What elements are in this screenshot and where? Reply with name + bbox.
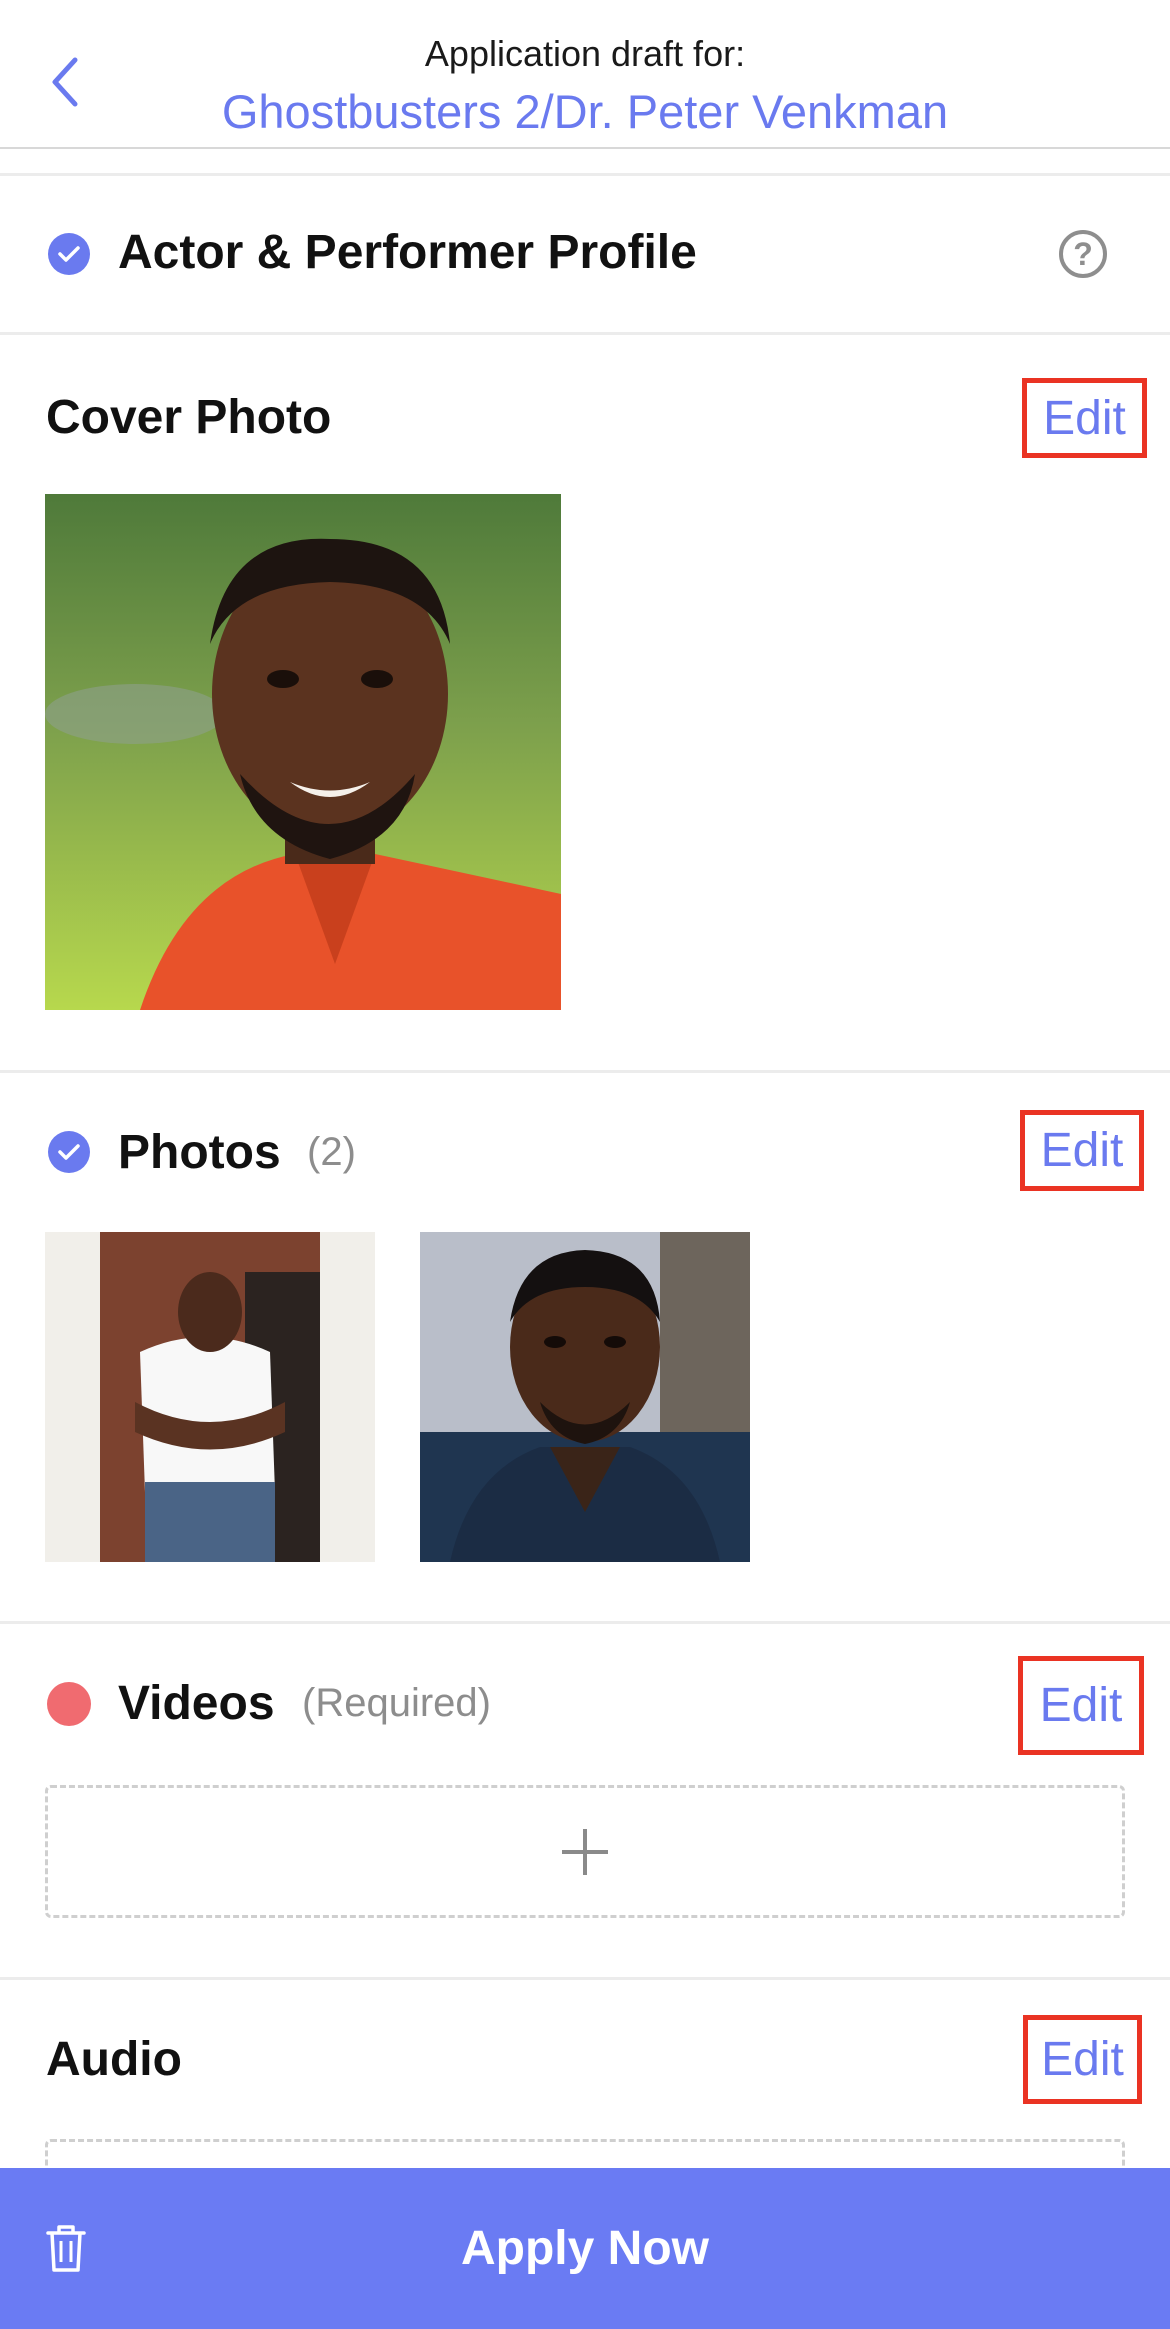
- videos-required-note: (Required): [302, 1681, 491, 1725]
- videos-section: Videos (Required) Edit: [0, 1624, 1170, 1977]
- required-status-dot: [47, 1682, 91, 1726]
- header-subtitle: Application draft for:: [424, 33, 746, 74]
- edit-videos-button[interactable]: Edit: [1018, 1656, 1144, 1755]
- cover-photo-section: Cover Photo Edit: [0, 335, 1170, 1070]
- edit-photos-button[interactable]: Edit: [1020, 1110, 1144, 1191]
- cover-photo-title: Cover Photo: [46, 391, 332, 444]
- edit-cover-photo-button[interactable]: Edit: [1022, 378, 1147, 458]
- videos-title: Videos: [118, 1677, 275, 1730]
- photos-count: (2): [307, 1130, 356, 1174]
- audio-section: Audio Edit: [0, 1980, 1170, 2199]
- cover-photo-image[interactable]: [45, 494, 561, 1010]
- photo-thumbnail-2[interactable]: [420, 1232, 750, 1562]
- profile-section: Actor & Performer Profile ?: [0, 176, 1170, 332]
- check-icon: [48, 1131, 90, 1173]
- project-role-title[interactable]: Ghostbusters 2/Dr. Peter Venkman: [0, 84, 1170, 139]
- photo-thumbnail-1[interactable]: [45, 1232, 375, 1562]
- question-circle-icon[interactable]: ?: [1059, 230, 1107, 278]
- edit-audio-button[interactable]: Edit: [1023, 2015, 1142, 2104]
- trash-icon: [46, 2225, 86, 2272]
- delete-draft-button[interactable]: [40, 2222, 92, 2274]
- apply-bar: Apply Now: [0, 2168, 1170, 2329]
- app-header: Application draft for: Ghostbusters 2/Dr…: [0, 0, 1170, 149]
- profile-title: Actor & Performer Profile: [118, 226, 697, 279]
- photos-section: Photos (2) Edit: [0, 1073, 1170, 1621]
- audio-title: Audio: [46, 2033, 182, 2086]
- check-icon: [48, 233, 90, 275]
- photos-title: Photos: [118, 1126, 281, 1179]
- plus-icon: [562, 1828, 608, 1875]
- apply-now-button[interactable]: Apply Now: [120, 2168, 1050, 2329]
- add-video-button[interactable]: [45, 1785, 1125, 1918]
